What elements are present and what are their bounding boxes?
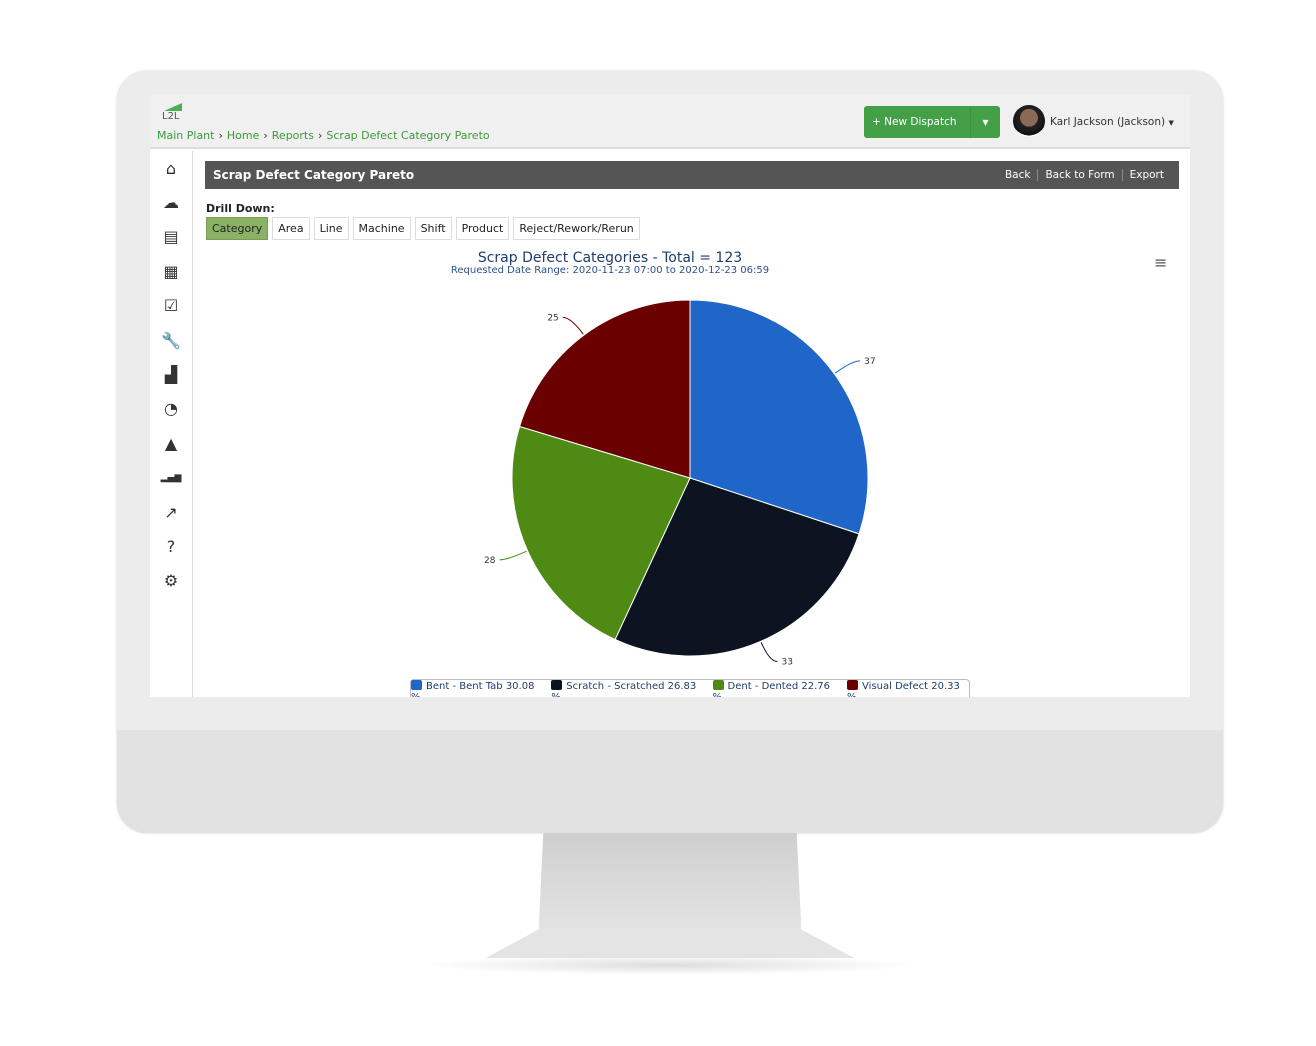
legend-item[interactable]: Bent - Bent Tab 30.08 %	[411, 679, 543, 697]
legend-label: Visual Defect	[862, 680, 929, 692]
legend-item[interactable]: Dent - Dented 22.76 %	[712, 679, 840, 697]
monitor-chin	[117, 730, 1223, 833]
data-label-connector	[562, 316, 584, 335]
chart-legend: Bent - Bent Tab 30.08 % Scratch - Scratch…	[410, 679, 970, 697]
legend-swatch	[551, 679, 563, 690]
legend-label: Dent - Dented	[727, 680, 799, 692]
legend-swatch	[712, 679, 724, 690]
legend-item[interactable]: Scratch - Scratched 26.83 %	[551, 679, 704, 697]
data-label-connector	[499, 550, 527, 561]
legend-swatch	[847, 679, 859, 690]
pie-chart: 37 33 28 25	[484, 299, 876, 668]
data-label: 28	[484, 556, 496, 566]
legend-swatch	[411, 679, 422, 690]
monitor-foot	[486, 930, 854, 958]
legend-item[interactable]: Visual Defect 20.33 %	[847, 679, 969, 697]
data-label-connector	[834, 360, 861, 374]
legend-label: Bent - Bent Tab	[426, 680, 503, 692]
data-label: 25	[547, 313, 558, 323]
stand-shadow	[420, 955, 920, 975]
data-label: 37	[864, 357, 875, 367]
legend-label: Scratch - Scratched	[566, 680, 665, 692]
screen: L2L Main Plant › Home › Reports › Scrap Defect…	[150, 95, 1190, 697]
monitor-stand	[538, 833, 802, 943]
data-label: 33	[781, 658, 792, 668]
data-label-connector	[760, 642, 778, 663]
